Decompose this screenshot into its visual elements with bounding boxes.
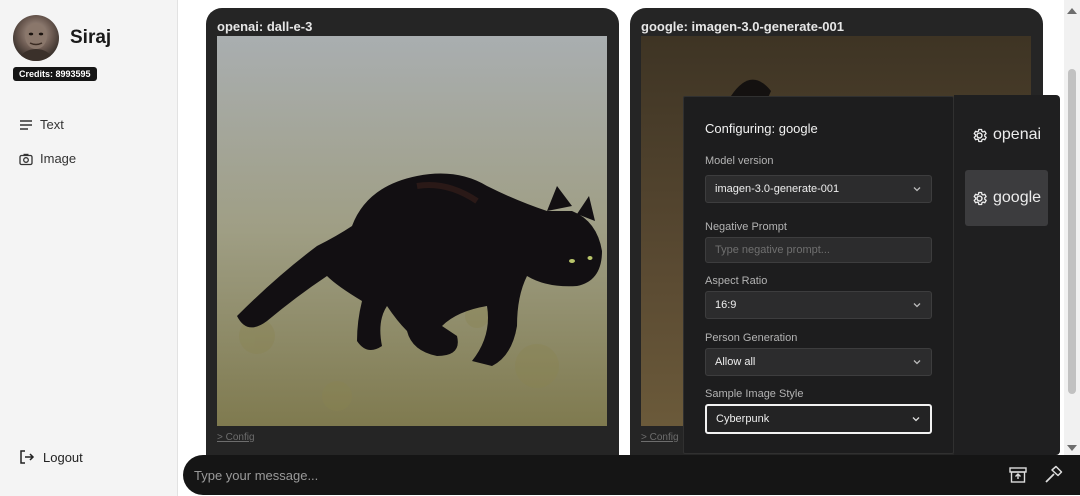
menu-lines-icon bbox=[20, 119, 32, 130]
scroll-thumb[interactable] bbox=[1068, 69, 1076, 394]
select-value: Cyberpunk bbox=[716, 413, 770, 425]
scroll-up-icon[interactable] bbox=[1067, 8, 1077, 14]
negative-prompt-label: Negative Prompt bbox=[705, 221, 787, 233]
card-title: openai: dall-e-3 bbox=[217, 19, 313, 34]
aspect-ratio-label: Aspect Ratio bbox=[705, 275, 768, 287]
image-card-openai: openai: dall-e-3 > Config bbox=[206, 8, 619, 478]
credits-badge: Credits: 8993595 bbox=[13, 67, 97, 81]
person-generation-label: Person Generation bbox=[705, 332, 798, 344]
negative-prompt-input[interactable] bbox=[705, 237, 932, 263]
select-value: 16:9 bbox=[715, 299, 737, 311]
archive-icon[interactable] bbox=[1008, 465, 1028, 485]
logout-icon bbox=[20, 450, 35, 464]
select-value: Allow all bbox=[715, 356, 756, 368]
nav-item-label: Text bbox=[40, 117, 64, 132]
username: Siraj bbox=[70, 27, 112, 48]
sample-image-style-label: Sample Image Style bbox=[705, 388, 804, 400]
scroll-down-icon[interactable] bbox=[1067, 445, 1077, 451]
provider-label: google bbox=[993, 189, 1042, 206]
generated-image[interactable] bbox=[217, 36, 607, 426]
nav-item-image[interactable]: Image bbox=[19, 151, 76, 166]
chevron-down-icon bbox=[913, 303, 921, 308]
sidebar: Siraj Credits: 8993595 Text Image Logout bbox=[0, 0, 178, 496]
chevron-down-icon bbox=[913, 360, 921, 365]
avatar[interactable] bbox=[13, 15, 59, 61]
aspect-ratio-select[interactable]: 16:9 bbox=[705, 291, 932, 319]
nav-item-label: Image bbox=[40, 151, 77, 166]
gear-icon bbox=[973, 191, 987, 205]
chevron-down-icon bbox=[912, 417, 920, 422]
nav-item-text[interactable]: Text bbox=[19, 117, 64, 132]
config-panel: Configuring: google Model version imagen… bbox=[683, 96, 954, 454]
chevron-down-icon bbox=[913, 187, 921, 192]
logout-label: Logout bbox=[43, 449, 83, 465]
person-generation-select[interactable]: Allow all bbox=[705, 348, 932, 376]
card-title: google: imagen-3.0-generate-001 bbox=[641, 19, 844, 34]
config-title: Configuring: google bbox=[705, 121, 818, 136]
message-bar bbox=[183, 455, 1080, 495]
config-link[interactable]: > Config bbox=[641, 432, 679, 443]
logout-button[interactable]: Logout bbox=[19, 449, 83, 465]
provider-label: openai bbox=[993, 126, 1042, 143]
model-version-select[interactable]: imagen-3.0-generate-001 bbox=[705, 175, 932, 203]
message-input[interactable] bbox=[194, 463, 984, 487]
gear-icon bbox=[973, 128, 987, 142]
provider-openai[interactable]: openai bbox=[965, 107, 1048, 163]
sample-image-style-select[interactable]: Cyberpunk bbox=[705, 404, 932, 434]
provider-panel: openai google bbox=[954, 95, 1060, 455]
hammer-icon[interactable] bbox=[1043, 465, 1063, 485]
select-value: imagen-3.0-generate-001 bbox=[715, 183, 840, 195]
page-scrollbar[interactable] bbox=[1064, 0, 1080, 459]
provider-google[interactable]: google bbox=[965, 170, 1048, 226]
model-version-label: Model version bbox=[705, 155, 774, 167]
camera-icon bbox=[19, 153, 33, 165]
config-link[interactable]: > Config bbox=[217, 432, 255, 443]
